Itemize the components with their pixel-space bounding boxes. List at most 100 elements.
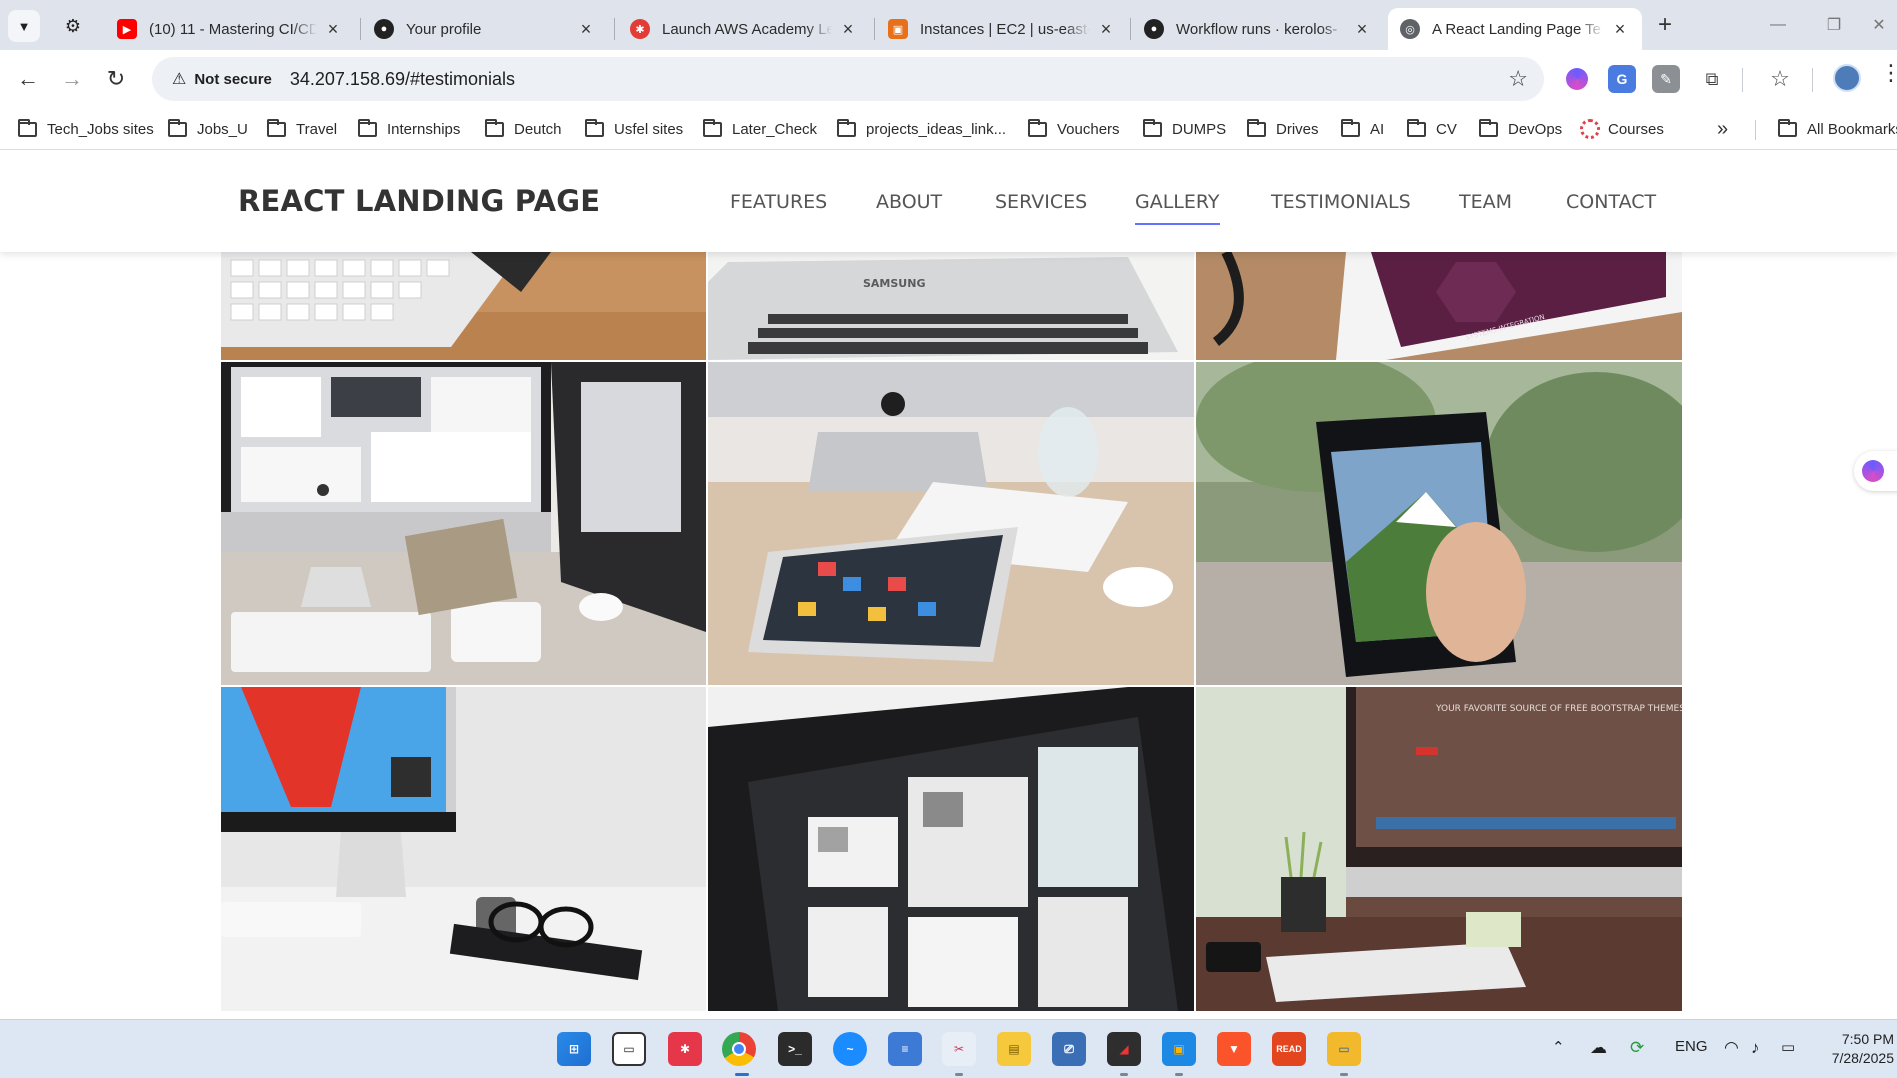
task-view-icon[interactable]: ▭ — [612, 1032, 646, 1066]
side-extension-tab[interactable] — [1854, 451, 1897, 491]
tab-title: Your profile — [406, 20, 482, 38]
close-icon[interactable]: × — [1610, 19, 1630, 40]
bookmark-folder[interactable]: Drives — [1247, 115, 1319, 143]
brain-extension-icon[interactable] — [1563, 65, 1591, 93]
bookmark-folder[interactable]: Jobs_U — [168, 115, 248, 143]
messenger-icon[interactable]: ~ — [833, 1032, 867, 1066]
gallery-item-keyboard-desk[interactable] — [221, 252, 706, 360]
tab-title: Launch AWS Academy Le — [662, 20, 832, 38]
mobaxterm-icon[interactable]: ◢ — [1107, 1032, 1141, 1066]
notepad-icon[interactable]: ≡ — [888, 1032, 922, 1066]
gallery-item-imac-bootstrap[interactable]: YOUR FAVORITE SOURCE OF FREE BOOTSTRAP T… — [1196, 687, 1682, 1011]
gallery-item-tablet[interactable]: SYSTEMS INTEGRATION — [1196, 252, 1682, 360]
youtube-icon: ▶ — [117, 19, 137, 39]
google-translate-icon[interactable]: G — [1608, 65, 1636, 93]
close-icon[interactable]: × — [576, 19, 596, 40]
site-security-chip[interactable]: ⚠ Not secure — [162, 63, 282, 95]
bookmarks-star-icon[interactable]: ☆ — [1766, 65, 1794, 93]
bookmark-label: Vouchers — [1057, 120, 1120, 138]
battery-icon[interactable]: ▭ — [1781, 1038, 1795, 1056]
close-icon[interactable]: × — [1352, 19, 1372, 40]
snipping-app-icon[interactable]: ✱ — [668, 1032, 702, 1066]
minimize-button[interactable]: — — [1758, 10, 1798, 40]
gallery-item-samsung-laptop[interactable]: SAMSUNG — [708, 252, 1194, 360]
bookmark-folder[interactable]: Vouchers — [1028, 115, 1120, 143]
tab-react-landing-page[interactable]: ◎ A React Landing Page Te × — [1388, 8, 1642, 50]
gallery-item-imac-workspace[interactable] — [221, 362, 706, 685]
bookmark-folder[interactable]: Usfel sites — [585, 115, 683, 143]
bookmark-folder[interactable]: DUMPS — [1143, 115, 1226, 143]
nav-services[interactable]: SERVICES — [995, 191, 1087, 213]
nav-contact[interactable]: CONTACT — [1566, 191, 1656, 213]
tab-youtube[interactable]: ▶ (10) 11 - Mastering CI/CD × — [105, 8, 355, 50]
site-brand[interactable]: REACT LANDING PAGE — [238, 184, 600, 218]
sync-icon[interactable]: ⟳ — [1630, 1038, 1644, 1058]
back-button[interactable]: ← — [12, 63, 44, 95]
address-bar[interactable]: ⚠ Not secure 34.207.158.69/#testimonials… — [152, 57, 1544, 101]
phone-hand-image — [1196, 362, 1682, 685]
tab-ec2-instances[interactable]: ▣ Instances | EC2 | us-east- × — [876, 8, 1128, 50]
nav-features[interactable]: FEATURES — [730, 191, 827, 213]
reload-button[interactable]: ↻ — [100, 63, 132, 95]
new-tab-button[interactable]: + — [1650, 10, 1680, 40]
restore-button[interactable]: ❐ — [1814, 10, 1854, 40]
tab-github-profile[interactable]: ● Your profile × — [362, 8, 608, 50]
bookmark-folder[interactable]: Deutch — [485, 115, 562, 143]
gallery-item-monitor-gallery[interactable] — [708, 687, 1194, 1011]
gallery-grid: SAMSUNG SYSTEMS INTEGRATION YOUR FAVORIT… — [221, 252, 1682, 1019]
close-icon[interactable]: × — [1096, 19, 1116, 40]
gallery-item-imac-glasses[interactable] — [221, 687, 706, 1011]
more-menu-icon[interactable]: ⋮ — [1880, 60, 1897, 86]
close-icon[interactable]: × — [838, 19, 858, 40]
onedrive-icon[interactable]: ☁ — [1590, 1038, 1607, 1058]
bookmark-label: Jobs_U — [197, 120, 248, 138]
chrome-icon[interactable] — [722, 1032, 756, 1066]
virtualbox-icon[interactable]: ▣ — [1162, 1032, 1196, 1066]
bookmark-folder[interactable]: AI — [1341, 115, 1384, 143]
more-bookmarks-icon[interactable]: » — [1717, 118, 1728, 141]
bootstrap-screen-text: YOUR FAVORITE SOURCE OF FREE BOOTSTRAP T… — [1435, 704, 1682, 714]
bookmark-folder[interactable]: Travel — [267, 115, 337, 143]
close-window-button[interactable]: ✕ — [1862, 10, 1896, 40]
sticky-notes-icon[interactable]: ▤ — [997, 1032, 1031, 1066]
bookmark-folder[interactable]: projects_ideas_link... — [837, 115, 1006, 143]
language-indicator[interactable]: ENG — [1675, 1038, 1708, 1055]
volume-icon[interactable]: ♪ — [1751, 1038, 1760, 1058]
nav-testimonials[interactable]: TESTIMONIALS — [1271, 191, 1411, 213]
wifi-icon[interactable]: ◠ — [1724, 1038, 1739, 1058]
bookmark-star-icon[interactable]: ☆ — [1508, 66, 1528, 92]
terminal-icon[interactable]: >_ — [778, 1032, 812, 1066]
bookmark-folder[interactable]: Tech_Jobs sites — [18, 115, 154, 143]
pinned-tab-chatgpt[interactable]: ⚙ — [60, 13, 86, 39]
nav-team[interactable]: TEAM — [1459, 191, 1512, 213]
extensions-puzzle-icon[interactable]: ⧉ — [1698, 65, 1726, 93]
nav-about[interactable]: ABOUT — [876, 191, 942, 213]
file-explorer-icon[interactable]: ▭ — [1327, 1032, 1361, 1066]
close-icon[interactable]: × — [323, 19, 343, 40]
brave-browser-icon[interactable]: ▼ — [1217, 1032, 1251, 1066]
forward-button[interactable]: → — [56, 63, 88, 95]
system-clock[interactable]: 7:50 PM 7/28/2025 — [1826, 1030, 1894, 1068]
snip-tool-icon[interactable]: ✂ — [942, 1032, 976, 1066]
remote-desktop-icon[interactable]: ⎚ — [1052, 1032, 1086, 1066]
tab-aws-academy[interactable]: ✱ Launch AWS Academy Le × — [618, 8, 870, 50]
url-text[interactable]: 34.207.158.69/#testimonials — [290, 69, 515, 90]
show-hidden-icons[interactable]: ⌃ — [1552, 1038, 1565, 1056]
tab-search-button[interactable]: ▼ — [8, 10, 40, 42]
tab-workflow-runs[interactable]: ● Workflow runs · kerolos- × — [1132, 8, 1384, 50]
profile-avatar[interactable] — [1833, 64, 1861, 92]
bookmark-folder[interactable]: Later_Check — [703, 115, 817, 143]
gallery-item-phone-hand[interactable] — [1196, 362, 1682, 685]
clock-time: 7:50 PM — [1841, 1031, 1894, 1047]
windows-start-icon[interactable]: ⊞ — [557, 1032, 591, 1066]
bookmark-label: Deutch — [514, 120, 562, 138]
gallery-item-imac-ipad[interactable] — [708, 362, 1194, 685]
bookmark-folder[interactable]: CV — [1407, 115, 1457, 143]
bookmark-folder[interactable]: Internships — [358, 115, 460, 143]
pen-extension-icon[interactable]: ✎ — [1652, 65, 1680, 93]
reader-app-icon[interactable]: READ — [1272, 1032, 1306, 1066]
all-bookmarks-folder[interactable]: All Bookmarks — [1778, 115, 1897, 143]
bookmark-courses[interactable]: Courses — [1580, 115, 1664, 143]
bookmark-folder[interactable]: DevOps — [1479, 115, 1562, 143]
nav-gallery[interactable]: GALLERY — [1135, 191, 1220, 225]
